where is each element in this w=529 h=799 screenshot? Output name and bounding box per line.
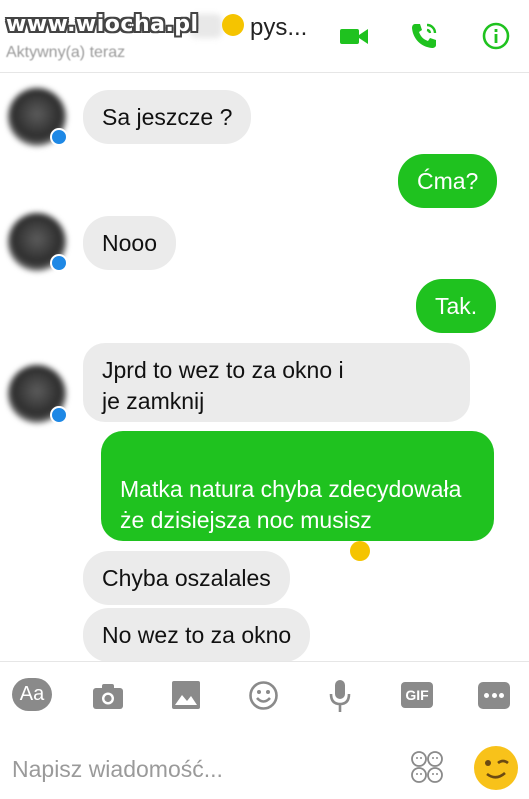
message-bubble[interactable]: No wez to za okno bbox=[83, 608, 311, 661]
messenger-badge-icon bbox=[50, 128, 68, 146]
messenger-badge-icon bbox=[50, 254, 68, 272]
contact-name[interactable]: pys... bbox=[250, 14, 307, 42]
camera-icon[interactable] bbox=[91, 680, 125, 712]
stickers-icon[interactable] bbox=[410, 750, 444, 784]
watermark: www.wiocha.pl bbox=[6, 12, 199, 37]
active-status: Aktywny(a) teraz bbox=[6, 44, 126, 61]
emoji-icon bbox=[222, 14, 244, 36]
message-bubble[interactable]: Nooo bbox=[83, 216, 176, 270]
composer-toolbar: Aa GIF bbox=[0, 661, 529, 730]
text-style-icon[interactable]: Aa bbox=[12, 678, 52, 711]
message-bubble[interactable]: Matka natura chyba zdecydowała że dzisie… bbox=[101, 431, 494, 564]
microphone-icon[interactable] bbox=[329, 679, 351, 713]
messenger-badge-icon bbox=[50, 406, 68, 424]
message-bubble[interactable]: Jprd to wez to za okno i je zamknij bbox=[83, 343, 470, 422]
more-icon[interactable] bbox=[478, 682, 510, 709]
video-camera-icon[interactable] bbox=[338, 20, 370, 52]
message-list[interactable]: Sa jeszcze ? Ćma? Nooo Tak. Jprd to wez … bbox=[0, 73, 529, 661]
info-icon[interactable] bbox=[480, 20, 512, 52]
message-bubble[interactable]: Ćma? bbox=[398, 154, 498, 208]
gif-icon[interactable]: GIF bbox=[401, 682, 433, 708]
message-bubble[interactable]: Tak. bbox=[416, 279, 497, 333]
emoji-icon[interactable] bbox=[248, 680, 279, 711]
gallery-icon[interactable] bbox=[171, 680, 201, 710]
message-bubble[interactable]: Chyba oszalales bbox=[83, 551, 290, 605]
laughing-emoji-icon bbox=[350, 541, 371, 561]
wink-emoji-icon[interactable] bbox=[472, 744, 520, 792]
message-bubble[interactable]: Sa jeszcze ? bbox=[83, 90, 252, 144]
message-input[interactable]: Napisz wiadomość... bbox=[12, 756, 223, 783]
composer: Napisz wiadomość... bbox=[0, 730, 529, 799]
phone-icon[interactable] bbox=[408, 20, 440, 52]
